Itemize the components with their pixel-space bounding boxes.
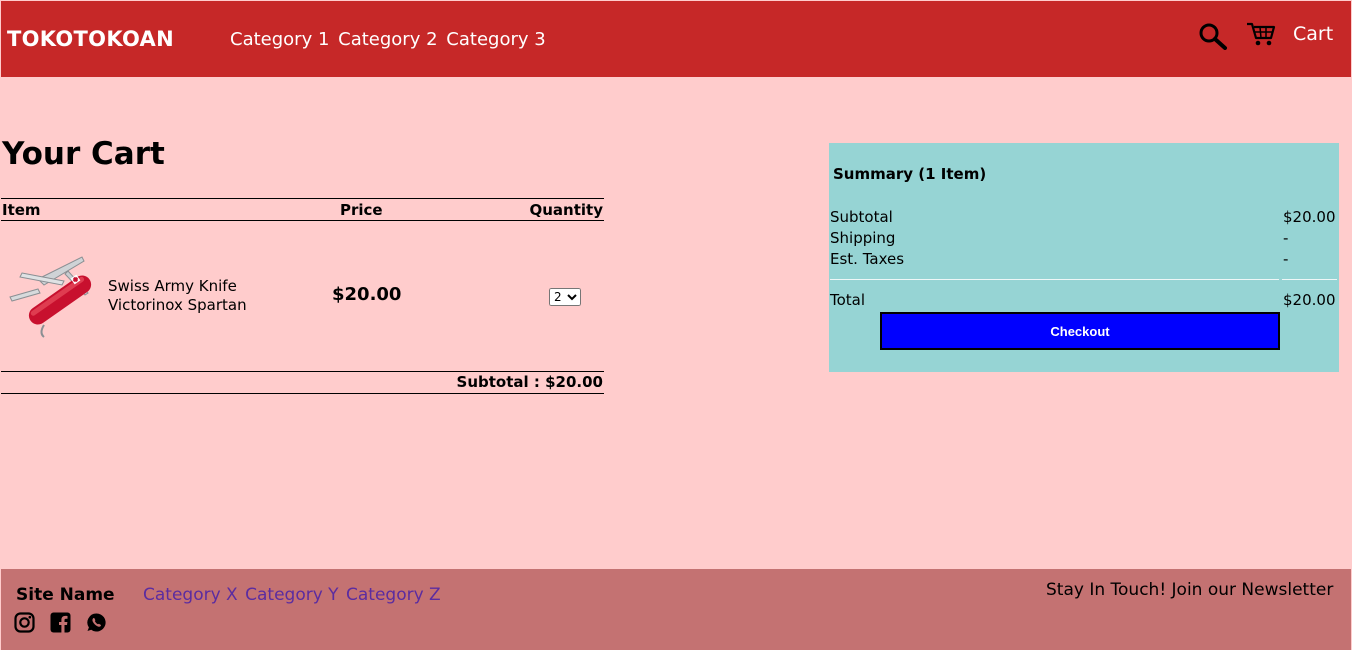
summary-taxes-value: - bbox=[1283, 250, 1289, 268]
search-icon[interactable] bbox=[1198, 22, 1228, 50]
nav-category-1[interactable]: Category 1 bbox=[230, 29, 329, 50]
summary-shipping-value: - bbox=[1283, 229, 1289, 247]
footer-site-name[interactable]: Site Name bbox=[16, 585, 115, 605]
summary-shipping-label: Shipping bbox=[830, 229, 896, 247]
footer-category-x[interactable]: Category X bbox=[143, 585, 238, 605]
shopping-cart-icon[interactable] bbox=[1246, 21, 1276, 47]
summary-title: Summary (1 Item) bbox=[833, 165, 987, 183]
facebook-icon[interactable] bbox=[50, 612, 71, 633]
column-quantity: Quantity bbox=[529, 201, 604, 219]
product-name[interactable]: Swiss Army Knife Victorinox Spartan bbox=[108, 277, 278, 315]
column-item: Item bbox=[2, 201, 41, 219]
site-header: TOKOTOKOAN Category 1 Category 2 Categor… bbox=[1, 1, 1351, 77]
nav-category-3[interactable]: Category 3 bbox=[446, 29, 545, 50]
column-price: Price bbox=[340, 201, 383, 219]
summary-total: Total $20.00 bbox=[830, 291, 1338, 312]
summary-total-label: Total bbox=[830, 291, 866, 309]
product-image[interactable] bbox=[8, 249, 100, 341]
site-footer: Site Name Category X Category Y Category… bbox=[1, 569, 1351, 650]
brand-logo[interactable]: TOKOTOKOAN bbox=[7, 27, 174, 51]
page-title: Your Cart bbox=[2, 136, 165, 172]
summary-taxes-label: Est. Taxes bbox=[830, 250, 905, 268]
instagram-icon[interactable] bbox=[14, 612, 35, 633]
cart-row: Swiss Army Knife Victorinox Spartan $20.… bbox=[1, 221, 604, 371]
order-summary: Summary (1 Item) Subtotal $20.00 Shippin… bbox=[829, 143, 1339, 372]
footer-category-y[interactable]: Category Y bbox=[245, 585, 338, 605]
summary-total-value: $20.00 bbox=[1283, 291, 1336, 309]
cart-table: Item Price Quantity Swiss Army Knife Vic… bbox=[1, 198, 604, 394]
quantity-select[interactable]: 12345 bbox=[549, 288, 581, 306]
summary-subtotal: Subtotal $20.00 bbox=[830, 208, 1338, 229]
footer-nav: Category X Category Y Category Z bbox=[143, 585, 443, 605]
summary-divider bbox=[830, 279, 1279, 280]
summary-divider-right bbox=[1282, 279, 1337, 280]
product-price: $20.00 bbox=[332, 284, 402, 305]
summary-subtotal-label: Subtotal bbox=[830, 208, 893, 226]
summary-shipping: Shipping - bbox=[830, 229, 1338, 250]
whatsapp-icon[interactable] bbox=[86, 612, 107, 633]
checkout-button[interactable]: Checkout bbox=[880, 312, 1280, 350]
cart-subtotal: Subtotal : $20.00 bbox=[456, 373, 603, 391]
summary-taxes: Est. Taxes - bbox=[830, 250, 1338, 271]
main-nav: Category 1 Category 2 Category 3 bbox=[230, 29, 549, 50]
cart-subtotal-row: Subtotal : $20.00 bbox=[1, 371, 604, 394]
cart-link[interactable]: Cart bbox=[1293, 23, 1333, 45]
footer-category-z[interactable]: Category Z bbox=[346, 585, 441, 605]
cart-table-header: Item Price Quantity bbox=[1, 198, 604, 221]
nav-category-2[interactable]: Category 2 bbox=[338, 29, 437, 50]
newsletter-link[interactable]: Stay In Touch! Join our Newsletter bbox=[1046, 580, 1333, 600]
summary-subtotal-value: $20.00 bbox=[1283, 208, 1336, 226]
